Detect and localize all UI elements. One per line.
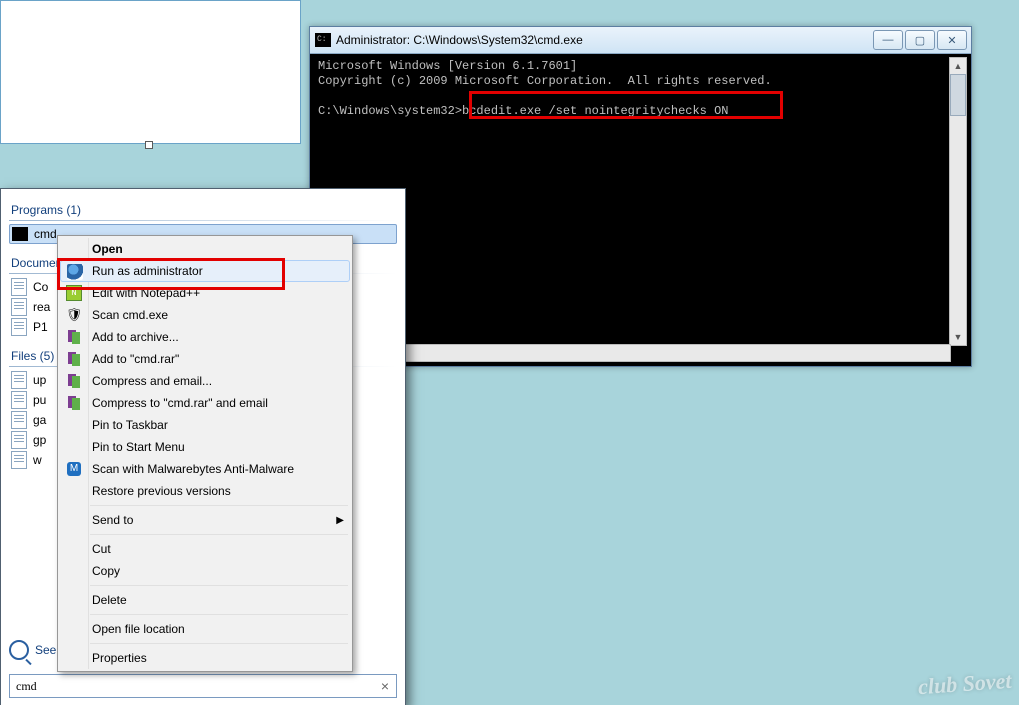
shield-icon [66, 263, 84, 281]
winrar-icon [65, 350, 83, 368]
cmd-line: Microsoft Windows [Version 6.1.7601] [318, 59, 577, 73]
ctx-compress-email[interactable]: Compress and email... [60, 370, 350, 392]
ctx-label: Pin to Start Menu [92, 440, 185, 454]
close-button[interactable]: ✕ [937, 30, 967, 50]
section-header-programs: Programs (1) [9, 201, 397, 219]
result-label: up [33, 373, 46, 387]
context-menu: Open Run as administrator N Edit with No… [57, 235, 353, 672]
result-label: P1 [33, 320, 48, 334]
ctx-compress-cmdrar-email[interactable]: Compress to "cmd.rar" and email [60, 392, 350, 414]
ctx-pin-taskbar[interactable]: Pin to Taskbar [60, 414, 350, 436]
separator [90, 534, 348, 535]
search-box[interactable]: × [9, 674, 397, 698]
document-icon [11, 278, 27, 296]
ctx-label: Send to [92, 513, 133, 527]
ctx-cut[interactable]: Cut [60, 538, 350, 560]
ctx-label: Cut [92, 542, 111, 556]
ctx-label: Edit with Notepad++ [92, 286, 200, 300]
ctx-open[interactable]: Open [60, 238, 350, 260]
ctx-add-to-archive[interactable]: Add to archive... [60, 326, 350, 348]
ctx-label: Add to "cmd.rar" [92, 352, 179, 366]
ctx-label: Scan cmd.exe [92, 308, 168, 322]
ctx-scan-malwarebytes[interactable]: Scan with Malwarebytes Anti-Malware [60, 458, 350, 480]
ctx-open-file-location[interactable]: Open file location [60, 618, 350, 640]
separator [90, 505, 348, 506]
search-input[interactable] [9, 674, 397, 698]
ctx-label: Pin to Taskbar [92, 418, 168, 432]
submenu-arrow-icon: ▶ [336, 515, 344, 526]
winrar-icon [65, 328, 83, 346]
document-icon [11, 298, 27, 316]
scroll-down-arrow[interactable]: ▼ [950, 329, 966, 345]
cmd-title: Administrator: C:\Windows\System32\cmd.e… [336, 33, 873, 47]
ctx-edit-notepadpp[interactable]: N Edit with Notepad++ [60, 282, 350, 304]
vertical-scrollbar[interactable]: ▲ ▼ [949, 57, 967, 346]
divider [9, 220, 397, 221]
scan-icon: 🛡 [65, 306, 83, 324]
ctx-label: Scan with Malwarebytes Anti-Malware [92, 462, 294, 476]
minimize-button[interactable]: — [873, 30, 903, 50]
result-label: Co [33, 280, 48, 294]
winrar-icon [65, 394, 83, 412]
cmd-command: bcdedit.exe /set nointegritychecks ON [462, 104, 728, 118]
background-window [0, 0, 301, 144]
ctx-add-to-cmdrar[interactable]: Add to "cmd.rar" [60, 348, 350, 370]
cmd-icon [12, 227, 28, 241]
malwarebytes-icon [65, 460, 83, 478]
maximize-button[interactable]: ▢ [905, 30, 935, 50]
ctx-label: Compress and email... [92, 374, 212, 388]
separator [90, 614, 348, 615]
cmd-titlebar[interactable]: C: Administrator: C:\Windows\System32\cm… [310, 27, 971, 54]
file-icon [11, 391, 27, 409]
ctx-label: Open file location [92, 622, 185, 636]
cmd-window: C: Administrator: C:\Windows\System32\cm… [309, 26, 972, 367]
cmd-output[interactable]: Microsoft Windows [Version 6.1.7601] Cop… [314, 57, 967, 362]
result-label: gp [33, 433, 46, 447]
ctx-run-as-admin[interactable]: Run as administrator [60, 260, 350, 282]
result-label: ga [33, 413, 46, 427]
clear-search-icon[interactable]: × [377, 678, 393, 694]
file-icon [11, 451, 27, 469]
ctx-scan-cmd[interactable]: 🛡 Scan cmd.exe [60, 304, 350, 326]
cmd-prompt: C:\Windows\system32> [318, 104, 462, 118]
file-icon [11, 411, 27, 429]
result-label: cmd [34, 227, 57, 241]
scroll-up-arrow[interactable]: ▲ [950, 58, 966, 74]
file-icon [11, 431, 27, 449]
ctx-send-to[interactable]: Send to ▶ [60, 509, 350, 531]
document-icon [11, 318, 27, 336]
search-icon [9, 640, 29, 660]
ctx-label: Open [92, 242, 123, 256]
file-icon [11, 371, 27, 389]
cmd-icon: C: [315, 33, 331, 47]
watermark: club Sovet [917, 668, 1012, 700]
horizontal-scrollbar[interactable] [314, 344, 951, 362]
ctx-delete[interactable]: Delete [60, 589, 350, 611]
result-label: rea [33, 300, 50, 314]
cmd-line: Copyright (c) 2009 Microsoft Corporation… [318, 74, 772, 88]
scroll-thumb[interactable] [950, 74, 966, 116]
ctx-label: Properties [92, 651, 147, 665]
ctx-label: Run as administrator [92, 264, 203, 278]
ctx-label: Restore previous versions [92, 484, 231, 498]
separator [90, 643, 348, 644]
resize-handle[interactable] [145, 141, 153, 149]
ctx-label: Copy [92, 564, 120, 578]
ctx-restore-versions[interactable]: Restore previous versions [60, 480, 350, 502]
ctx-pin-start[interactable]: Pin to Start Menu [60, 436, 350, 458]
ctx-label: Add to archive... [92, 330, 179, 344]
ctx-properties[interactable]: Properties [60, 647, 350, 669]
winrar-icon [65, 372, 83, 390]
separator [90, 585, 348, 586]
ctx-label: Compress to "cmd.rar" and email [92, 396, 268, 410]
result-label: pu [33, 393, 46, 407]
result-label: w [33, 453, 42, 467]
ctx-label: Delete [92, 593, 127, 607]
notepadpp-icon: N [65, 284, 83, 302]
ctx-copy[interactable]: Copy [60, 560, 350, 582]
